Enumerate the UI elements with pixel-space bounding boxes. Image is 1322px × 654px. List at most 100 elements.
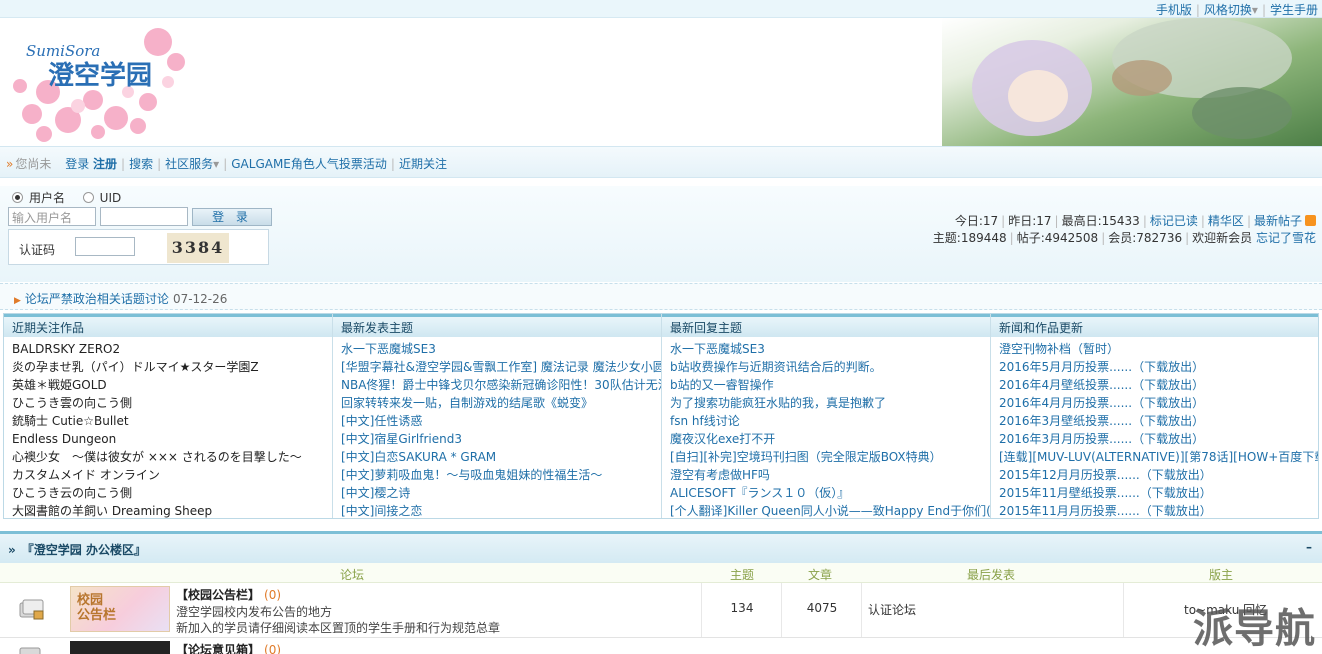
focus-work-item[interactable]: 英雄＊戦姫GOLD: [12, 376, 332, 394]
news-item[interactable]: 2015年11月月历投票......（下载放出）: [999, 502, 1318, 520]
login-button[interactable]: 登 录: [192, 208, 272, 226]
news-item[interactable]: 2016年3月月历投票......（下载放出）: [999, 430, 1318, 448]
news-item-link[interactable]: 2015年11月月历投票......: [999, 504, 1140, 518]
new-topic-item[interactable]: 回家转转来发一贴，自制游戏的结尾歌《蜕变》: [341, 394, 661, 412]
news-item[interactable]: 澄空刊物补档（暂时）: [999, 340, 1318, 358]
announcement-link[interactable]: 论坛严禁政治相关话题讨论: [25, 292, 169, 306]
forum-name[interactable]: 【论坛意见箱】: [176, 643, 260, 654]
news-item[interactable]: 2016年5月月历投票......（下载放出）: [999, 358, 1318, 376]
latest-posts-link[interactable]: 最新帖子: [1254, 214, 1302, 228]
news-item-link[interactable]: 2016年3月壁纸投票......: [999, 414, 1132, 428]
login-type-radios: 用户名 UID: [12, 189, 121, 206]
focus-work-item[interactable]: BALDRSKY ZERO2: [12, 340, 332, 358]
new-topics-title: 最新发表主题: [333, 314, 661, 337]
news-item-link[interactable]: 2016年5月月历投票......: [999, 360, 1132, 374]
focus-work-item[interactable]: ひこうき云の向こう側: [12, 484, 332, 502]
focus-work-item[interactable]: 心襖少女 ～僕は彼女が ××× されるのを目撃した～: [12, 448, 332, 466]
nav-search[interactable]: 搜索: [129, 157, 153, 171]
new-reply-item[interactable]: [自扫][补完]空境玛刊扫图（完全限定版BOX特典）: [670, 448, 990, 466]
category-title[interactable]: 『澄空学园 办公楼区』: [22, 543, 146, 557]
collapse-icon[interactable]: –: [1306, 540, 1312, 554]
focus-work-item[interactable]: Endless Dungeon: [12, 430, 332, 448]
news-item[interactable]: 2016年4月月历投票......（下载放出）: [999, 394, 1318, 412]
news-item-link[interactable]: 2016年4月壁纸投票......: [999, 378, 1132, 392]
new-reply-item[interactable]: ALICESOFT『ランス１０（仮）』: [670, 484, 990, 502]
news-item[interactable]: 2016年4月壁纸投票......（下载放出）: [999, 376, 1318, 394]
radio-username[interactable]: [12, 192, 23, 203]
new-reply-item[interactable]: fsn hf线讨论: [670, 412, 990, 430]
new-reply-item[interactable]: [个人翻译]Killer Queen同人小说——致Happy End于你们(小说…: [670, 502, 990, 520]
focus-work-item[interactable]: カスタムメイド オンライン: [12, 466, 332, 484]
news-item-link[interactable]: 2016年3月月历投票......: [999, 432, 1132, 446]
new-topic-item[interactable]: [华盟字幕社&澄空学园&雪飘工作室] 魔法记录 魔法少女小圆外传: [341, 358, 661, 376]
chevron-down-icon: ▾: [213, 157, 220, 171]
site-logo[interactable]: SumiSora 澄空学园: [8, 22, 193, 144]
mark-read-link[interactable]: 标记已读: [1150, 214, 1198, 228]
new-topic-item[interactable]: [中文]宿星Girlfriend3: [341, 430, 661, 448]
nav-vote[interactable]: GALGAME角色人气投票活动: [231, 157, 387, 171]
new-topic-item[interactable]: [中文]任性诱惑: [341, 412, 661, 430]
forum-category-header: » 『澄空学园 办公楼区』 –: [0, 531, 1322, 563]
focus-work-item[interactable]: ひこうき雲の向こう側: [12, 394, 332, 412]
new-reply-item[interactable]: 水一下恶魔城SE3: [670, 340, 990, 358]
main-nav: » 您尚未 登录 注册 | 搜索 | 社区服务▾ | GALGAME角色人气投票活动 | 近期关注: [0, 146, 1322, 178]
triangle-icon: ▶: [14, 296, 21, 306]
new-reply-item[interactable]: b站收费操作与近期资讯结合后的判断。: [670, 358, 990, 376]
new-topic-item[interactable]: [中文]樱之诗: [341, 484, 661, 502]
password-input[interactable]: [100, 207, 188, 226]
rss-icon[interactable]: [1305, 215, 1316, 226]
new-replies-title: 最新回复主题: [662, 314, 990, 337]
focus-work-item[interactable]: 銃騎士 Cutie☆Bullet: [12, 412, 332, 430]
new-topics-column: 最新发表主题 水一下恶魔城SE3 [华盟字幕社&澄空学园&雪飘工作室] 魔法记录 …: [333, 314, 662, 518]
forum-row[interactable]: 【论坛意见箱】 (0): [0, 638, 1322, 654]
logo-cn: 澄空学园: [48, 60, 152, 91]
new-topic-item[interactable]: [中文]白恋SAKURA * GRAM: [341, 448, 661, 466]
news-item-link[interactable]: 2015年11月壁纸投票......: [999, 486, 1140, 500]
news-item[interactable]: 2016年3月壁纸投票......（下载放出）: [999, 412, 1318, 430]
style-switch-link[interactable]: 风格切换: [1204, 3, 1252, 17]
news-item[interactable]: 2015年12月月历投票......（下载放出）: [999, 466, 1318, 484]
new-member-link[interactable]: 忘记了雪花: [1256, 231, 1316, 245]
news-item[interactable]: 2015年11月壁纸投票......（下载放出）: [999, 484, 1318, 502]
nav-community[interactable]: 社区服务: [165, 157, 213, 171]
new-reply-item[interactable]: 为了搜索功能疯狂水贴的我，真是抱歉了: [670, 394, 990, 412]
nav-register[interactable]: 注册: [93, 157, 117, 171]
forum-last-post[interactable]: 认证论坛: [868, 601, 916, 618]
radio-uid-label: UID: [99, 191, 122, 205]
student-handbook-link[interactable]: 学生手册: [1270, 3, 1318, 17]
radio-uid[interactable]: [82, 192, 94, 203]
new-topic-item[interactable]: [中文]间接之恋: [341, 502, 661, 520]
news-item-suffix: （下载放出）: [1139, 486, 1212, 500]
digest-link[interactable]: 精华区: [1208, 214, 1244, 228]
forum-row[interactable]: 校园 公告栏 【校园公告栏】 (0) 澄空学园校内发布公告的地方 新加入的学员请仔…: [0, 583, 1322, 638]
new-topic-item[interactable]: 水一下恶魔城SE3: [341, 340, 661, 358]
forum-name[interactable]: 【校园公告栏】: [176, 588, 260, 602]
new-reply-item[interactable]: 魔夜汉化exe打不开: [670, 430, 990, 448]
forum-thumbnail[interactable]: [70, 641, 170, 654]
nav-recent-focus[interactable]: 近期关注: [399, 157, 447, 171]
focus-work-item[interactable]: 大図書館の羊飼い Dreaming Sheep: [12, 502, 332, 520]
new-topic-item[interactable]: NBA佟猩！爵士中锋戈贝尔感染新冠确诊阳性！30队估计无法打了: [341, 376, 661, 394]
captcha-image[interactable]: 3384: [167, 233, 229, 263]
news-item-link[interactable]: 2016年4月月历投票......: [999, 396, 1132, 410]
captcha-input[interactable]: [75, 237, 135, 256]
stat-max: 最高日:15433: [1061, 214, 1140, 228]
username-input[interactable]: 输入用户名: [8, 207, 96, 226]
new-reply-item[interactable]: 澄空有考虑做HF吗: [670, 466, 990, 484]
new-topic-item[interactable]: [中文]萝莉吸血鬼！～与吸血鬼姐妹的性福生活～: [341, 466, 661, 484]
news-item-link[interactable]: 2015年12月月历投票......: [999, 468, 1140, 482]
new-reply-item[interactable]: b站的又一睿智操作: [670, 376, 990, 394]
forum-new-count: (0): [264, 643, 282, 654]
mobile-link[interactable]: 手机版: [1156, 3, 1192, 17]
arrow-icon: »: [6, 157, 14, 171]
nav-login[interactable]: 登录: [65, 157, 89, 171]
forum-thumbnail[interactable]: 校园 公告栏: [70, 586, 170, 632]
forum-status-icon: [19, 599, 44, 620]
news-item-link[interactable]: 澄空刊物补档: [999, 342, 1071, 356]
forum-articles-count: 4075: [806, 601, 838, 615]
news-item[interactable]: [连载][MUV-LUV(ALTERNATIVE)][第78话][HOW+百度下…: [999, 448, 1318, 466]
news-item-suffix: （暂时）: [1071, 342, 1120, 356]
focus-work-item[interactable]: 炎の孕ませ乳（パイ）ドルマイ★スター学園Z: [12, 358, 332, 376]
news-item-link[interactable]: [连载][MUV-LUV(ALTERNATIVE)][第78话][HOW+百度下…: [999, 450, 1318, 464]
forum-topics-count: 134: [730, 601, 754, 615]
